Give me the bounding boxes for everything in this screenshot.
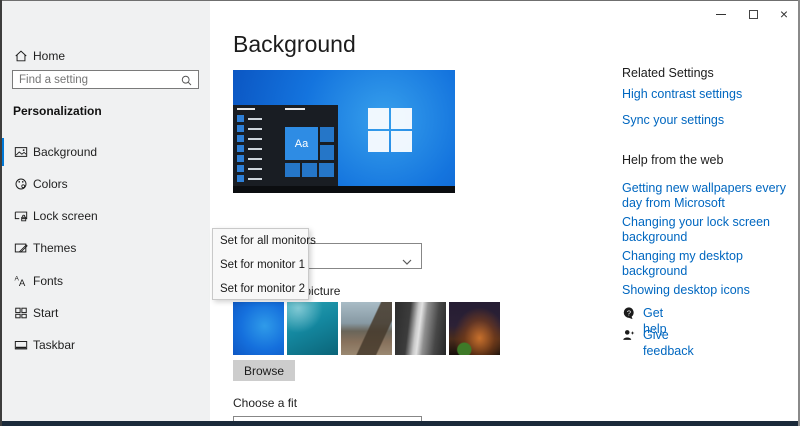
desktop-preview-image: Aa (233, 70, 455, 193)
link-showing-desktop-icons[interactable]: Showing desktop icons (622, 283, 800, 298)
sidebar-item-start[interactable]: Start (0, 299, 210, 327)
sidebar-item-taskbar[interactable]: Taskbar (0, 331, 210, 359)
link-changing-lock-screen-background[interactable]: Changing your lock screen background (622, 215, 800, 245)
lock-screen-icon (14, 209, 28, 223)
sidebar-item-fonts[interactable]: AA Fonts (0, 267, 210, 295)
sidebar-item-label: Background (33, 138, 97, 166)
minimize-icon (716, 14, 726, 15)
link-getting-new-wallpapers[interactable]: Getting new wallpapers every day from Mi… (622, 181, 800, 211)
sidebar-item-label: Taskbar (33, 331, 75, 359)
palette-icon (14, 177, 28, 191)
chevron-down-icon (402, 254, 412, 268)
sidebar-item-label: Lock screen (33, 202, 98, 230)
thumbnail-windows-default-blue[interactable] (233, 302, 284, 355)
context-menu: Set for all monitors Set for monitor 1 S… (212, 228, 309, 300)
maximize-icon (749, 10, 758, 19)
window-border-left (0, 0, 2, 426)
sidebar: Home Personalization Background Colors (0, 0, 210, 421)
sidebar-item-home[interactable]: Home (0, 42, 210, 70)
fonts-icon: AA (14, 274, 28, 288)
minimize-button[interactable] (706, 2, 736, 26)
sidebar-item-label: Home (33, 42, 65, 70)
window-border-top (0, 0, 800, 1)
sidebar-item-lock-screen[interactable]: Lock screen (0, 202, 210, 230)
maximize-button[interactable] (738, 2, 768, 26)
give-feedback-link[interactable]: Give feedback (643, 327, 694, 359)
menu-item-set-monitor-2[interactable]: Set for monitor 2 (213, 277, 308, 301)
close-icon: × (780, 7, 788, 21)
themes-icon (14, 241, 28, 255)
svg-text:A: A (19, 278, 26, 288)
give-feedback-icon (622, 328, 636, 345)
picture-thumbnails (233, 302, 500, 355)
thumbnail-gray-cliff[interactable] (395, 302, 446, 355)
link-high-contrast-settings[interactable]: High contrast settings (622, 87, 742, 101)
bottom-edge-bar (0, 421, 800, 426)
sidebar-item-label: Fonts (33, 267, 63, 295)
related-settings-heading: Related Settings (622, 66, 714, 80)
image-icon (14, 145, 28, 159)
windows-logo-icon (368, 108, 412, 152)
get-help-icon: ? (622, 306, 636, 323)
menu-item-set-all-monitors[interactable]: Set for all monitors (213, 229, 308, 253)
help-from-web-heading: Help from the web (622, 153, 723, 167)
link-changing-desktop-background[interactable]: Changing my desktop background (622, 249, 800, 279)
help-links-list: Getting new wallpapers every day from Mi… (622, 181, 800, 302)
taskbar-icon (14, 338, 28, 352)
aa-tile: Aa (285, 127, 318, 160)
search-box[interactable] (12, 70, 199, 89)
sidebar-item-colors[interactable]: Colors (0, 170, 210, 198)
close-button[interactable]: × (769, 2, 799, 26)
search-input[interactable] (13, 71, 173, 88)
home-icon (14, 49, 28, 63)
choose-fit-label: Choose a fit (233, 396, 297, 410)
menu-item-set-monitor-1[interactable]: Set for monitor 1 (213, 253, 308, 277)
thumbnail-teal-ocean[interactable] (287, 302, 338, 355)
thumbnail-night-camping[interactable] (449, 302, 500, 355)
sidebar-section-label: Personalization (13, 104, 102, 118)
svg-text:?: ? (627, 309, 631, 318)
browse-button[interactable]: Browse (233, 360, 295, 381)
start-tiles-icon (14, 306, 28, 320)
settings-window: ← Settings × Home Personalization Backgr… (0, 0, 800, 426)
sidebar-item-label: Start (33, 299, 58, 327)
sidebar-item-label: Colors (33, 170, 68, 198)
thumbnail-beach-rocks[interactable] (341, 302, 392, 355)
start-menu-preview: Aa (233, 105, 338, 186)
sidebar-item-label: Themes (33, 234, 76, 262)
link-sync-your-settings[interactable]: Sync your settings (622, 113, 724, 127)
page-title: Background (233, 31, 356, 58)
sidebar-item-themes[interactable]: Themes (0, 234, 210, 262)
search-icon[interactable] (180, 74, 193, 90)
taskbar-preview (233, 186, 455, 193)
sidebar-item-background[interactable]: Background (0, 138, 210, 166)
